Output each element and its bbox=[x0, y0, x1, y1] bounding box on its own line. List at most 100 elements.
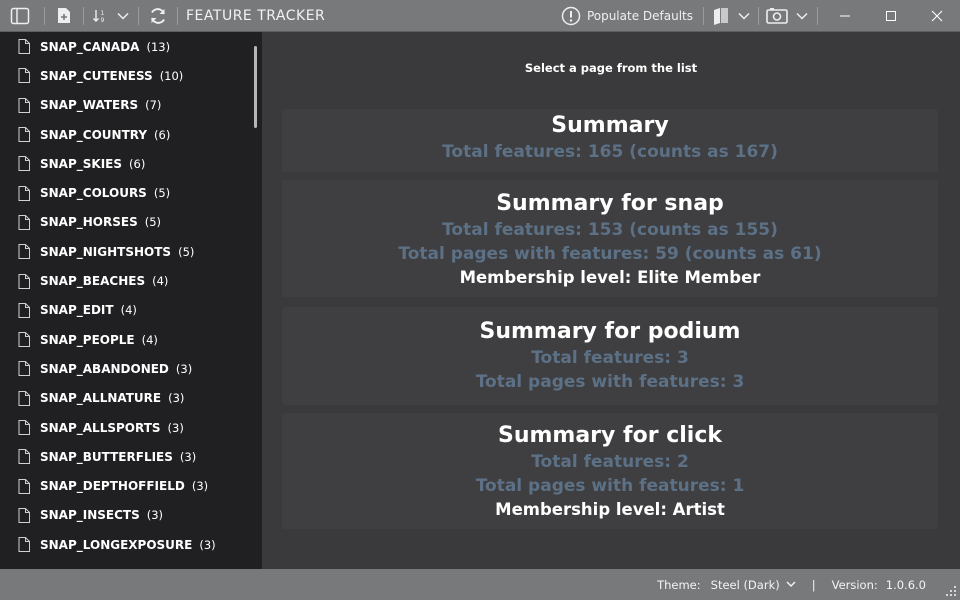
sidebar-page-name: SNAP_COLOURS bbox=[40, 186, 147, 201]
sidebar-page-name: SNAP_ABANDONED bbox=[40, 361, 169, 376]
sidebar-page-count: (5) bbox=[178, 244, 195, 259]
toolbar-separator bbox=[44, 6, 45, 25]
sidebar-page-item[interactable]: SNAP_COLOURS (5) bbox=[0, 178, 262, 207]
sidebar-page-item[interactable]: SNAP_NIGHTSHOTS (5) bbox=[0, 237, 262, 266]
refresh-icon bbox=[151, 7, 165, 24]
new-page-button[interactable] bbox=[49, 0, 79, 32]
select-page-prompt: Select a page from the list bbox=[524, 61, 698, 75]
chevron-down-icon bbox=[738, 12, 750, 20]
sidebar-page-item[interactable]: SNAP_SKIES (6) bbox=[0, 149, 262, 178]
file-icon bbox=[18, 507, 30, 523]
sidebar-scrollbar[interactable] bbox=[254, 46, 257, 128]
svg-text:1: 1 bbox=[101, 10, 105, 17]
screenshot-button[interactable] bbox=[763, 0, 791, 32]
file-icon bbox=[18, 185, 30, 201]
minimize-icon bbox=[840, 15, 850, 17]
sidebar-page-item[interactable]: SNAP_ABANDONED (3) bbox=[0, 354, 262, 383]
sidebar-page-name: SNAP_NIGHTSHOTS bbox=[40, 244, 172, 259]
minimize-button[interactable] bbox=[822, 0, 868, 32]
close-button[interactable] bbox=[914, 0, 960, 32]
sidebar-page-item[interactable]: SNAP_LONGEXPOSURE (3) bbox=[0, 530, 262, 559]
file-icon bbox=[18, 97, 30, 113]
page-list: SNAP_CANADA (13) SNAP_CUTENESS (10) SNAP_WAT… bbox=[0, 32, 262, 559]
sidebar-page-count: (5) bbox=[153, 186, 171, 201]
file-icon bbox=[18, 302, 30, 318]
sidebar-page-item[interactable]: SNAP_HORSES (5) bbox=[0, 208, 262, 237]
main-panel: Select a page from the list Summary Tota… bbox=[262, 32, 960, 569]
sidebar-page-count: (3) bbox=[175, 361, 193, 376]
alert-circle-icon bbox=[561, 6, 581, 26]
sidebar-page-item[interactable]: SNAP_CANADA (13) bbox=[0, 32, 262, 61]
toggle-sidebar-button[interactable] bbox=[0, 0, 40, 32]
sidebar-page-item[interactable]: SNAP_EDIT (4) bbox=[0, 296, 262, 325]
sidebar-page-name: SNAP_ALLNATURE bbox=[40, 391, 162, 406]
sidebar-page-name: SNAP_DEPTHOFFIELD bbox=[40, 479, 185, 494]
sidebar-page-name: SNAP_CUTENESS bbox=[40, 68, 153, 83]
sidebar-page-item[interactable]: SNAP_ALLNATURE (3) bbox=[0, 384, 262, 413]
file-icon bbox=[18, 390, 30, 406]
populate-defaults-button[interactable]: Populate Defaults bbox=[555, 0, 699, 32]
summary-total-features: Total features: 165 (counts as 167) bbox=[442, 142, 778, 162]
sidebar-page-count: (10) bbox=[159, 68, 184, 83]
sidebar-page-item[interactable]: SNAP_PEOPLE (4) bbox=[0, 325, 262, 354]
sidebar-page-name: SNAP_WATERS bbox=[40, 98, 139, 113]
file-icon bbox=[18, 68, 30, 84]
chevron-down-icon bbox=[796, 12, 808, 20]
maximize-button[interactable] bbox=[868, 0, 914, 32]
podium-total-pages: Total pages with features: 3 bbox=[475, 372, 745, 392]
sidebar-page-item[interactable]: SNAP_ALLSPORTS (3) bbox=[0, 413, 262, 442]
sidebar-page-item[interactable]: SNAP_COUNTRY (6) bbox=[0, 120, 262, 149]
sidebar-page-name: SNAP_PEOPLE bbox=[40, 332, 135, 347]
file-icon bbox=[18, 537, 30, 553]
chevron-down-icon bbox=[117, 12, 129, 20]
sidebar-page-name: SNAP_ALLSPORTS bbox=[40, 420, 161, 435]
file-icon bbox=[18, 332, 30, 348]
sidebar-page-name: SNAP_INSECTS bbox=[40, 508, 140, 523]
sidebar-page-name: SNAP_LONGEXPOSURE bbox=[40, 537, 193, 552]
click-summary-title: Summary for click bbox=[497, 423, 723, 448]
podium-total-features: Total features: 3 bbox=[531, 348, 689, 368]
book-dropdown-button[interactable] bbox=[734, 0, 754, 32]
version-value: 1.0.6.0 bbox=[885, 577, 926, 592]
app-title: FEATURE TRACKER bbox=[186, 7, 326, 24]
toolbar-separator bbox=[177, 6, 178, 25]
file-icon bbox=[18, 214, 30, 230]
sidebar-page-count: (4) bbox=[141, 332, 158, 347]
sidebar-page-item[interactable]: SNAP_WATERS (7) bbox=[0, 91, 262, 120]
theme-label: Theme: bbox=[657, 577, 701, 592]
snap-membership-level: Membership level: Elite Member bbox=[459, 268, 761, 287]
theme-select[interactable]: Steel (Dark) bbox=[711, 578, 796, 592]
book-button[interactable] bbox=[708, 0, 734, 32]
version-label: Version: bbox=[831, 577, 878, 592]
sidebar-page-item[interactable]: SNAP_BUTTERFLIES (3) bbox=[0, 442, 262, 471]
sidebar-page-name: SNAP_BEACHES bbox=[40, 274, 146, 289]
click-total-features: Total features: 2 bbox=[531, 452, 689, 472]
toolbar-separator bbox=[817, 7, 818, 25]
sidebar-page-name: SNAP_SKIES bbox=[40, 156, 123, 171]
file-icon bbox=[18, 127, 30, 143]
sidebar-page-item[interactable]: SNAP_INSECTS (3) bbox=[0, 501, 262, 530]
add-file-icon bbox=[58, 8, 70, 23]
click-total-pages: Total pages with features: 1 bbox=[475, 476, 745, 496]
sidebar-page-count: (3) bbox=[167, 420, 184, 435]
refresh-button[interactable] bbox=[143, 0, 173, 32]
sidebar-page-count: (3) bbox=[146, 508, 164, 523]
chevron-down-icon bbox=[786, 581, 796, 587]
resize-grip-icon[interactable] bbox=[945, 585, 957, 597]
podium-summary-title: Summary for podium bbox=[479, 319, 741, 344]
sidebar-page-item[interactable]: SNAP_BEACHES (4) bbox=[0, 266, 262, 295]
sidebar-page-count: (3) bbox=[179, 449, 197, 464]
close-icon bbox=[931, 10, 943, 22]
sort-dropdown-button[interactable] bbox=[112, 0, 134, 32]
screenshot-dropdown-button[interactable] bbox=[791, 0, 813, 32]
file-icon bbox=[18, 39, 30, 55]
sidebar-page-item[interactable]: SNAP_CUTENESS (10) bbox=[0, 61, 262, 90]
snap-total-pages: Total pages with features: 59 (counts as… bbox=[398, 244, 822, 264]
sidebar-icon bbox=[10, 7, 30, 24]
populate-defaults-label: Populate Defaults bbox=[586, 9, 693, 23]
sidebar-page-item[interactable]: SNAP_DEPTHOFFIELD (3) bbox=[0, 471, 262, 500]
theme-value: Steel (Dark) bbox=[710, 577, 780, 592]
sort-button[interactable]: 19 bbox=[88, 0, 112, 32]
sidebar-page-count: (13) bbox=[146, 39, 171, 54]
title-bar: 19 FEATURE TRACKER Populate Defaults bbox=[0, 0, 960, 32]
